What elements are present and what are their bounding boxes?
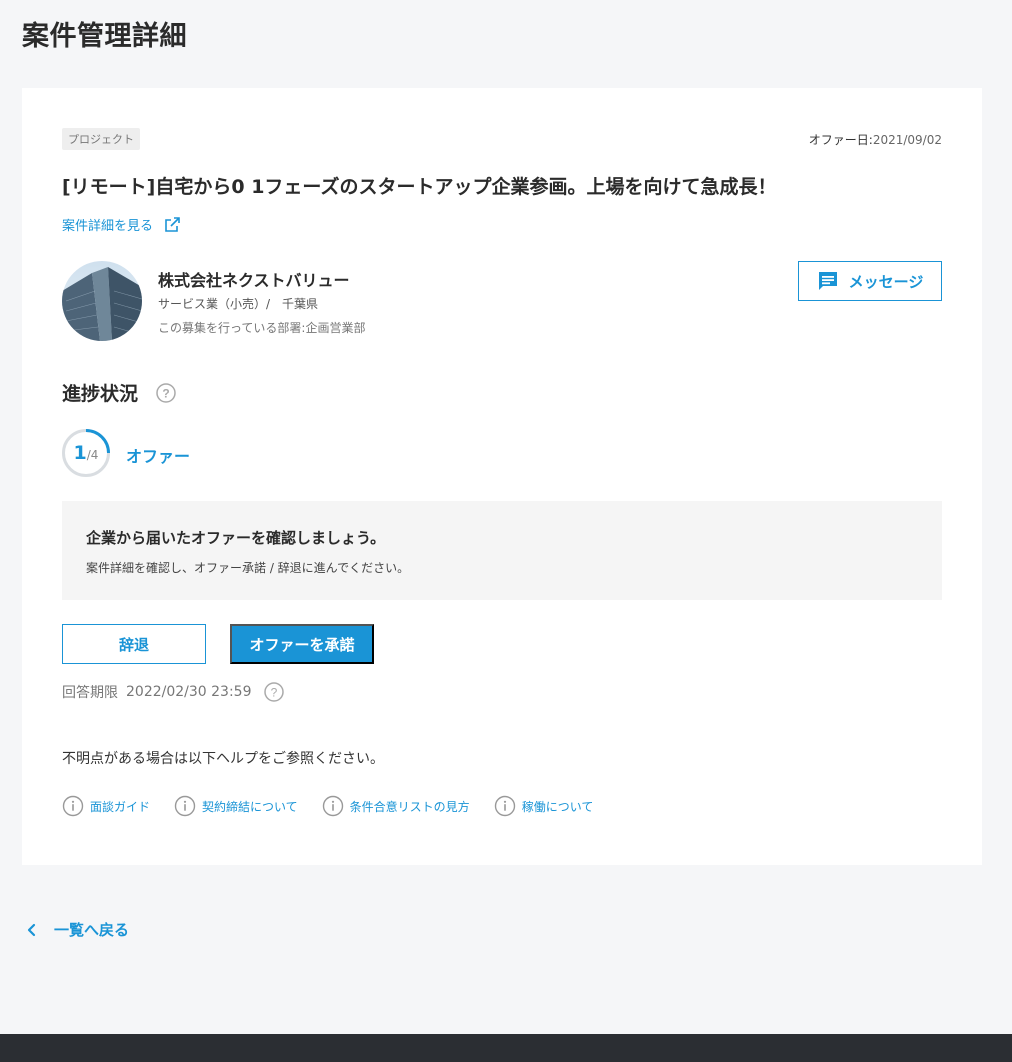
accept-offer-button[interactable]: オファーを承諾 [230, 624, 374, 664]
project-tag: プロジェクト [62, 128, 140, 150]
external-link-icon [165, 216, 180, 232]
info-body: 案件詳細を確認し、オファー承諾 / 辞退に進んでください。 [86, 561, 410, 575]
message-button-label: メッセージ [848, 273, 924, 291]
company-department: この募集を行っている部署:企画営業部 [158, 321, 366, 335]
project-detail-link[interactable]: 案件詳細を見る [62, 215, 181, 234]
info-icon [62, 795, 84, 817]
help-link-contract[interactable]: 契約締結について [174, 795, 298, 817]
progress-section-label: 進捗状況 [62, 383, 139, 405]
info-title: 企業から届いたオファーを確認しましょう。 [86, 529, 386, 547]
offer-date-value: 2021/09/02 [872, 133, 942, 147]
offer-date: オファー日:2021/09/02 [809, 131, 942, 148]
info-icon [494, 795, 515, 817]
progress-total: /4 [86, 448, 99, 462]
progress-section-title: 進捗状況 ? [62, 379, 176, 406]
back-link-label: 一覧へ戻る [54, 921, 130, 939]
help-circle-icon[interactable]: ? [263, 682, 284, 702]
chevron-left-icon [27, 923, 36, 936]
help-link-label: 契約締結について [202, 799, 298, 814]
progress-current: 1 [73, 442, 87, 464]
footer [0, 1034, 1012, 1062]
info-icon [174, 795, 196, 817]
project-detail-link-label: 案件詳細を見る [62, 219, 154, 234]
decline-button[interactable]: 辞退 [62, 624, 206, 664]
back-to-list-link[interactable]: 一覧へ戻る [24, 919, 129, 940]
svg-text:?: ? [162, 386, 169, 400]
page-title: 案件管理詳細 [22, 21, 187, 52]
company-industry-location: サービス業（小売）/ 千葉県 [158, 297, 319, 311]
chat-icon [818, 272, 837, 290]
help-circle-icon[interactable]: ? [156, 382, 176, 403]
deadline: 回答期限 2022/02/30 23:59 ? [62, 682, 284, 702]
svg-text:?: ? [270, 686, 277, 700]
message-button[interactable]: メッセージ [798, 261, 942, 301]
help-link-label: 稼働について [521, 799, 594, 814]
deadline-label: 回答期限 [62, 685, 118, 701]
info-box: 企業から届いたオファーを確認しましょう。 案件詳細を確認し、オファー承諾 / 辞… [62, 501, 942, 600]
help-link-operation[interactable]: 稼働について [494, 795, 594, 817]
project-title: [リモート]自宅から0 1フェーズのスタートアップ企業参画。上場を向けて急成長！ [62, 176, 777, 198]
company-avatar [62, 261, 142, 341]
help-link-agreement-list[interactable]: 条件合意リストの見方 [322, 795, 470, 817]
deadline-value: 2022/02/30 23:59 [126, 684, 252, 700]
company-name: 株式会社ネクストバリュー [158, 271, 350, 290]
offer-detail-card: プロジェクト オファー日:2021/09/02 [リモート]自宅から0 1フェー… [22, 88, 982, 865]
help-links: 面談ガイド 契約締結について 条件合意リストの見方 稼働について [62, 795, 593, 817]
help-link-interview-guide[interactable]: 面談ガイド [62, 795, 150, 817]
info-icon [322, 795, 343, 817]
help-link-label: 面談ガイド [90, 799, 151, 814]
progress-stage-label: オファー [126, 447, 191, 466]
help-text: 不明点がある場合は以下ヘルプをご参照ください。 [62, 751, 384, 767]
offer-date-label: オファー日: [808, 133, 873, 147]
help-link-label: 条件合意リストの見方 [349, 799, 470, 814]
progress-count: 1/4 [62, 429, 110, 477]
